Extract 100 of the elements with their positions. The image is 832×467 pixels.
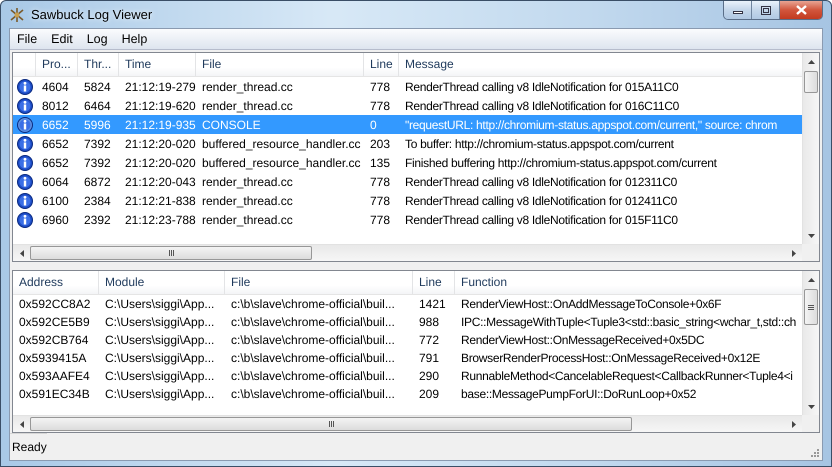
table-cell-text: buffered_resource_handler.cc (201, 156, 362, 170)
table-cell-text: 778 (369, 98, 392, 112)
table-row[interactable]: 6960 2392 21:12:23-788 render_thread.cc 778 RenderThread calling v8 IdleNotification for 015F11C0 (13, 210, 802, 229)
table-cell-text: base::MessagePumpForUI::DoRunLoop+0x52 (460, 387, 698, 401)
table-cell-text: c:\b\slave\chrome-official\buil... (230, 315, 396, 329)
table-cell-text: C:\Users\siggi\App... (104, 297, 216, 311)
table-cell-text: 988 (418, 315, 440, 329)
scroll-thumb[interactable] (30, 246, 312, 260)
column-header[interactable]: Module (99, 271, 225, 294)
table-cell-text: 21:12:19-935 (124, 118, 196, 132)
table-row[interactable]: 0x592CB764 C:\Users\siggi\App... c:\b\slave\chrome-official\buil... 772 RenderViewHost::OnMessageReceived+0x5DC (13, 331, 802, 349)
column-header[interactable]: Message (399, 53, 802, 76)
table-cell-text: c:\b\slave\chrome-official\buil... (230, 297, 396, 311)
info-icon (16, 174, 32, 190)
minimize-button[interactable] (724, 1, 752, 19)
table-row[interactable]: 6100 2384 21:12:21-838 render_thread.cc 778 RenderThread calling v8 IdleNotification for 012411C0 (13, 191, 802, 210)
table-cell-text: 0x592CB764 (18, 333, 90, 347)
table-cell-text: RenderThread calling v8 IdleNotification for 016C11C0 (404, 98, 680, 112)
scrollbar-corner (802, 244, 819, 261)
column-header[interactable]: Thr... (78, 53, 119, 76)
table-cell-text: buffered_resource_handler.cc (201, 136, 362, 150)
info-icon (16, 116, 32, 132)
table-cell-text: 791 (418, 351, 440, 365)
menu-item[interactable]: Log (80, 29, 115, 49)
info-icon (16, 192, 32, 208)
maximize-button[interactable] (752, 1, 780, 19)
table-cell-text: 21:12:20-043 (124, 174, 196, 188)
table-cell-text: 778 (369, 194, 392, 208)
table-cell-text: C:\Users\siggi\App... (104, 369, 216, 383)
menu-item[interactable]: File (10, 29, 44, 49)
close-button[interactable] (780, 1, 822, 19)
table-cell-text: 209 (418, 387, 440, 401)
menu-item[interactable]: Edit (44, 29, 80, 49)
table-cell-text: C:\Users\siggi\App... (104, 333, 216, 347)
table-row[interactable]: 0x593AAFE4 C:\Users\siggi\App... c:\b\slave\chrome-official\buil... 290 RunnableMethod<CancelableRequest<CallbackRunner<Tuple4<i (13, 367, 802, 385)
table-row[interactable]: 0x5939415A C:\Users\siggi\App... c:\b\slave\chrome-official\buil... 791 BrowserRenderProcessHost::OnMessageReceived+0x12E (13, 349, 802, 367)
table-cell-text: IPC::MessageWithTuple<Tuple3<std::basic_string<wchar_t,std::ch (460, 315, 798, 329)
table-cell-text: render_thread.cc (201, 98, 294, 112)
column-header[interactable]: Address (13, 271, 99, 294)
table-cell-text: 6652 (41, 118, 70, 132)
table-cell-text: 5996 (83, 118, 112, 132)
table-cell-text: RunnableMethod<CancelableRequest<CallbackRunner<Tuple4<i (460, 369, 794, 383)
column-header[interactable]: Pro... (36, 53, 78, 76)
table-row[interactable]: 4604 5824 21:12:19-279 render_thread.cc 778 RenderThread calling v8 IdleNotification for 015A11C0 (13, 77, 802, 96)
column-header[interactable]: Line (413, 271, 455, 294)
table-cell-text: RenderThread calling v8 IdleNotification for 012411C0 (404, 194, 678, 208)
column-header[interactable]: Function (455, 271, 802, 294)
table-cell-text: 0x592CE5B9 (18, 315, 91, 329)
table-row[interactable]: 0x592CE5B9 C:\Users\siggi\App... c:\b\slave\chrome-official\buil... 988 IPC::MessageWithTuple<Tuple3<std::basic_string<wchar_t,std::ch (13, 313, 802, 331)
table-row[interactable]: 0x591EC34B C:\Users\siggi\App... c:\b\slave\chrome-official\buil... 209 base::MessagePumpForUI::DoRunLoop+0x52 (13, 385, 802, 403)
table-cell-text: 778 (369, 174, 392, 188)
table-cell-text: 0x591EC34B (18, 387, 91, 401)
scrollbar-corner (802, 415, 819, 432)
table-cell-text: 21:12:20-020 (124, 136, 196, 150)
table-cell-text: RenderThread calling v8 IdleNotification for 015F11C0 (404, 212, 679, 226)
table-cell-text: C:\Users\siggi\App... (104, 351, 216, 365)
table-row[interactable]: 8012 6464 21:12:19-620 render_thread.cc 778 RenderThread calling v8 IdleNotification for 016C11C0 (13, 96, 802, 115)
table-cell-text: 6100 (41, 194, 70, 208)
table-cell-text: 7392 (83, 156, 112, 170)
table-cell-text: 778 (369, 80, 392, 94)
column-header[interactable]: Time (119, 53, 196, 76)
resize-grip-icon[interactable] (809, 447, 820, 458)
table-cell-text: RenderThread calling v8 IdleNotification for 012311C0 (404, 174, 678, 188)
table-cell-text: 21:12:21-838 (124, 194, 196, 208)
close-icon (796, 5, 806, 15)
table-row[interactable]: 6652 7392 21:12:20-020 buffered_resource_handler.cc 203 To buffer: http://chromium-status.appspot.com/current (13, 134, 802, 153)
table-cell-text: 203 (369, 136, 392, 150)
column-header[interactable]: File (196, 53, 364, 76)
app-icon (9, 6, 25, 22)
scroll-thumb[interactable] (804, 71, 818, 93)
table-cell-text: 7392 (83, 136, 112, 150)
table-cell-text: CONSOLE (201, 118, 262, 132)
table-cell-text: 772 (418, 333, 440, 347)
table-cell-text: render_thread.cc (201, 212, 294, 226)
table-cell-text: c:\b\slave\chrome-official\buil... (230, 387, 396, 401)
table-row[interactable]: 6652 7392 21:12:20-020 buffered_resource_handler.cc 135 Finished buffering http://chromium-status.appspot.com/current (13, 153, 802, 172)
column-header[interactable]: Line (364, 53, 399, 76)
window-title: Sawbuck Log Viewer (31, 7, 152, 22)
table-cell-text: 2392 (83, 212, 112, 226)
table-row[interactable]: 0x592CC8A2 C:\Users\siggi\App... c:\b\slave\chrome-official\buil... 1421 RenderViewHost::OnAddMessageToConsole+0x6F (13, 295, 802, 313)
menu-item[interactable]: Help (114, 29, 154, 49)
table-cell-text: 2384 (83, 194, 112, 208)
table-cell-text: 778 (369, 212, 392, 226)
status-text: Ready (10, 433, 47, 460)
table-cell-text: RenderViewHost::OnMessageReceived+0x5DC (460, 333, 706, 347)
table-cell-text: 6064 (41, 174, 70, 188)
table-cell-text: 290 (418, 369, 440, 383)
table-cell-text: 0 (369, 118, 378, 132)
table-cell-text: To buffer: http://chromium-status.appspot.com/current (404, 136, 675, 150)
table-cell-text: 5824 (83, 80, 112, 94)
table-cell-text: RenderThread calling v8 IdleNotification for 015A11C0 (404, 80, 680, 94)
table-cell-text: 0x593AAFE4 (18, 369, 91, 383)
table-cell-text: 21:12:19-279 (124, 80, 196, 94)
table-cell-text: Finished buffering http://chromium-status.appspot.com/current (404, 156, 718, 170)
scroll-thumb[interactable] (804, 289, 818, 325)
table-cell-text: 0x592CC8A2 (18, 297, 92, 311)
table-row[interactable]: 6064 6872 21:12:20-043 render_thread.cc 778 RenderThread calling v8 IdleNotification for 012311C0 (13, 172, 802, 191)
column-header[interactable]: File (225, 271, 413, 294)
table-cell-text: BrowserRenderProcessHost::OnMessageReceived+0x12E (460, 351, 762, 365)
scroll-thumb[interactable] (30, 417, 632, 431)
